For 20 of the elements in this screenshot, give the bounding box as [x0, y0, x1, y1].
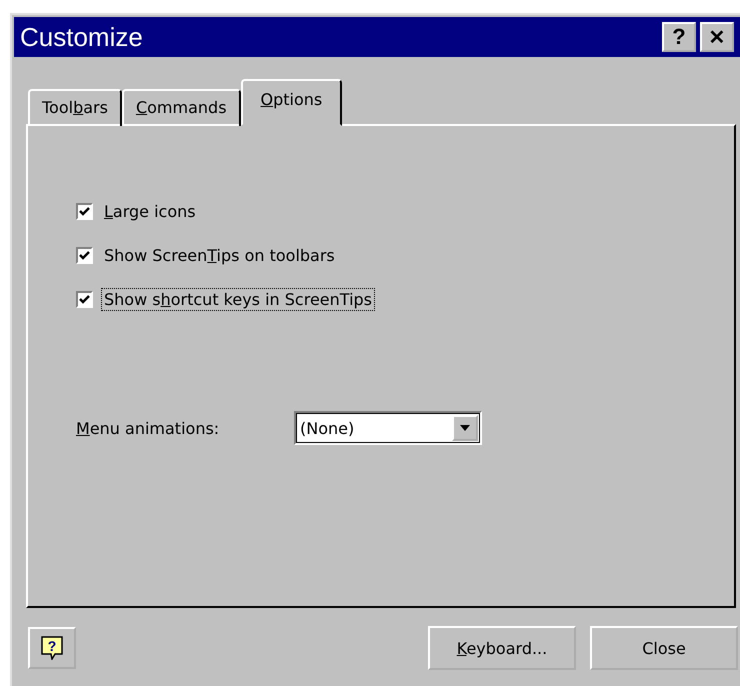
checkmark-icon: [79, 206, 90, 216]
checkbox-label[interactable]: Show ScreenTips on toolbars: [101, 244, 338, 267]
menu-animations-dropdown[interactable]: (None): [294, 411, 482, 445]
checkbox[interactable]: [76, 247, 93, 264]
checkbox-label[interactable]: Large icons: [101, 200, 199, 223]
checkmark-icon: [79, 294, 90, 304]
checkbox[interactable]: [76, 291, 93, 308]
menu-animations-label: Menu animations:: [76, 418, 220, 438]
checkbox-label[interactable]: Show shortcut keys in ScreenTips: [101, 288, 375, 311]
help-button[interactable]: ?: [662, 22, 696, 52]
checkbox[interactable]: [76, 203, 93, 220]
keyboard-button[interactable]: Keyboard...: [428, 626, 576, 670]
help-bubble-label: ?: [48, 638, 56, 654]
tab[interactable]: Options: [240, 79, 342, 126]
close-button[interactable]: ✕: [700, 22, 734, 52]
help-button[interactable]: ?: [28, 627, 76, 669]
tab[interactable]: Toolbars: [28, 89, 122, 126]
close-button[interactable]: Close: [590, 626, 738, 670]
checkmark-icon: [79, 250, 90, 260]
window-title: Customize: [20, 22, 144, 52]
